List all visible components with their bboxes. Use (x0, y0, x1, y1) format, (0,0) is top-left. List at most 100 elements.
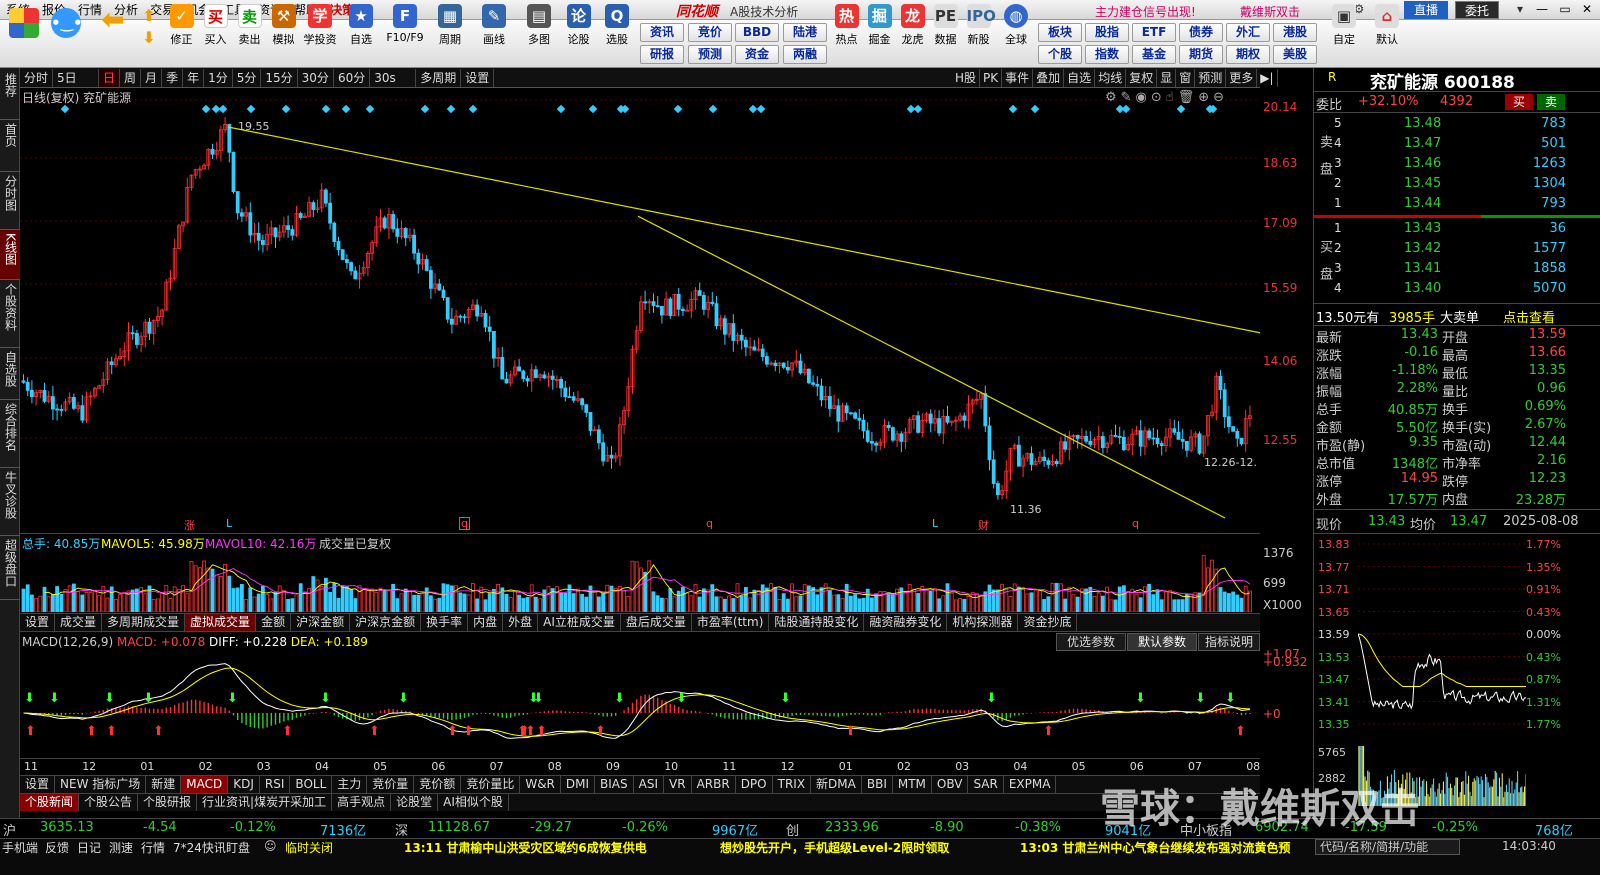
tab-tabs2-14[interactable]: ASI (634, 776, 665, 793)
period-day[interactable]: 日 (99, 68, 121, 87)
index-sh-label[interactable]: 沪 (3, 820, 16, 839)
tool-show[interactable]: 显 (1157, 69, 1177, 87)
tab-tabs3-5[interactable]: 论股堂 (391, 794, 439, 811)
event-marker[interactable]: q (1132, 517, 1139, 530)
btn-forecast[interactable]: 预测 (688, 45, 732, 64)
tab-tabs3-0[interactable]: 个股新闻 (20, 794, 80, 811)
window-menu-icon[interactable]: ▾ (1513, 2, 1527, 16)
tab-tabs1-7[interactable]: 换手率 (421, 614, 469, 631)
tab-tabs2-19[interactable]: 新DMA (811, 776, 862, 793)
btn-index[interactable]: 指数 (1085, 45, 1129, 64)
tool-window[interactable]: 窗 (1176, 69, 1196, 87)
optimal-params-button[interactable]: 优选参数 (1056, 633, 1126, 651)
tab-tabs1-3[interactable]: 虚拟成交量 (185, 614, 257, 631)
tab-tabs2-3[interactable]: MACD (181, 776, 229, 793)
btn-margin[interactable]: 两融 (783, 45, 827, 64)
tool-adjust[interactable]: 复权 (1126, 69, 1158, 87)
tab-tabs2-21[interactable]: MTM (893, 776, 932, 793)
status-mobile[interactable]: 手机端 (2, 839, 38, 856)
volume-chart[interactable] (20, 550, 1260, 612)
scroll-up-button[interactable]: ⬆ ⬇ (138, 2, 160, 47)
index-sz-label[interactable]: 深 (395, 820, 408, 839)
btn-us-stock[interactable]: 美股 (1273, 45, 1317, 64)
tab-tabs3-3[interactable]: 行业资讯|煤炭开采加工 (197, 794, 333, 811)
tab-tabs1-16[interactable]: 资金抄底 (1018, 614, 1078, 631)
tab-tabs2-17[interactable]: DPO (736, 776, 773, 793)
dragon-button[interactable]: 龙龙虎 (896, 2, 929, 46)
menubar-news-link-2[interactable]: 戴维斯双击 (1240, 3, 1300, 20)
bid-price[interactable]: 13.40 (1404, 281, 1441, 296)
period-button[interactable]: ▦ 周期 (431, 2, 469, 46)
event-marker[interactable]: 财 (978, 517, 989, 533)
live-button[interactable]: 直播 (1404, 1, 1448, 19)
draw-line-button[interactable]: ✎ 画线 (475, 2, 513, 46)
status-market[interactable]: 行情 (141, 839, 165, 856)
tab-tabs2-10[interactable]: 竞价量比 (461, 776, 521, 793)
nav-home[interactable]: 首页 (0, 120, 20, 172)
tab-tabs2-8[interactable]: 竞价量 (367, 776, 415, 793)
ask-price[interactable]: 13.47 (1404, 136, 1441, 151)
nav-diagnosis[interactable]: 牛叉诊股 (0, 468, 20, 536)
period-quarter[interactable]: 季 (162, 68, 184, 87)
event-marker[interactable]: q (706, 517, 713, 530)
period-5day[interactable]: 5日 (53, 68, 100, 87)
arrow-right-icon[interactable]: ▶| (1257, 69, 1278, 87)
tab-tabs2-6[interactable]: BOLL (290, 776, 333, 793)
tab-tabs3-6[interactable]: AI相似个股 (438, 794, 509, 811)
tab-tabs2-2[interactable]: 新建 (146, 776, 182, 793)
ask-price[interactable]: 13.46 (1404, 156, 1441, 171)
discuss-button[interactable]: 论论股 (562, 2, 595, 46)
nav-ranking[interactable]: 综合排名 (0, 400, 20, 468)
tool-events[interactable]: 事件 (1002, 69, 1034, 87)
default-button[interactable]: ⌂ 默认 (1368, 2, 1406, 46)
tab-tabs1-1[interactable]: 成交量 (55, 614, 103, 631)
scroll-news-1[interactable]: 13:11 甘肃榆中山洪受灾区域约6成恢复供电 (404, 839, 647, 856)
btn-etf[interactable]: ETF (1132, 23, 1176, 42)
indicator-help-button[interactable]: 指标说明 (1198, 633, 1260, 651)
tab-tabs1-4[interactable]: 金额 (256, 614, 292, 631)
hot-button[interactable]: 热热点 (830, 2, 863, 46)
status-close-temp[interactable]: 临时关闭 (285, 839, 333, 856)
tab-tabs2-4[interactable]: KDJ (228, 776, 260, 793)
period-year[interactable]: 年 (183, 68, 205, 87)
period-5min[interactable]: 5分 (233, 68, 262, 87)
nav-timeshare[interactable]: 分时图 (0, 172, 20, 230)
ipo-button[interactable]: IPO 新股 (962, 2, 996, 46)
watchlist-button[interactable]: ★ 自选 (343, 2, 379, 46)
btn-options[interactable]: 期权 (1226, 45, 1270, 64)
period-15min[interactable]: 15分 (261, 68, 298, 87)
trade-button[interactable]: 委托 (1455, 1, 1499, 19)
correct-button[interactable]: ✓ 修正 (165, 2, 198, 46)
btn-bbd[interactable]: BBD (735, 23, 779, 42)
minimize-icon[interactable]: — (1535, 2, 1549, 16)
tab-tabs2-13[interactable]: BIAS (595, 776, 634, 793)
ask-price[interactable]: 13.45 (1404, 176, 1441, 191)
tab-tabs1-15[interactable]: 机构探测器 (947, 614, 1019, 631)
nav-super-panel[interactable]: 超级盘口 (0, 536, 20, 600)
macd-chart[interactable]: ⬇ ⬇ ⬇ ⬇ ⬇ ⬇ ⬇ ⬇⬇ ⬇ ⬇ ⬇ ⬇ ⬇ ⬇ ⬇⬆ ⬆ ⬆ ⬆ ⬆ ⬆ ⬆ ⬆ ⬆⬆⬆ ⬆ ⬆ ⬆ ⬆ ⬆ (20, 650, 1260, 758)
kline-chart[interactable] (20, 88, 1260, 533)
tool-predict[interactable]: 预测 (1195, 69, 1227, 87)
btn-hk-connect[interactable]: 陆港 (783, 23, 827, 42)
btn-auction[interactable]: 竞价 (688, 23, 732, 42)
tab-tabs2-12[interactable]: DMI (561, 776, 596, 793)
dig-button[interactable]: 掘掘金 (863, 2, 896, 46)
tab-tabs2-0[interactable]: 设置 (20, 776, 56, 793)
event-marker[interactable]: 涨 (184, 517, 195, 533)
btn-stock[interactable]: 个股 (1038, 45, 1082, 64)
nav-watchlist[interactable]: 自选股 (0, 348, 20, 400)
scroll-news-3[interactable]: 13:03 甘肃兰州中心气象台继续发布强对流黄色预 (1020, 839, 1290, 856)
tab-tabs3-2[interactable]: 个股研报 (138, 794, 198, 811)
event-marker[interactable]: L (226, 517, 232, 530)
tab-tabs2-22[interactable]: OBV (932, 776, 969, 793)
sell-order-button[interactable]: 卖 (1537, 94, 1565, 110)
nav-recommend[interactable]: 推荐 (0, 70, 20, 120)
tab-tabs1-9[interactable]: 外盘 (503, 614, 539, 631)
custom-button[interactable]: ▣ 自定 (1325, 2, 1363, 46)
event-marker[interactable]: L (932, 517, 938, 530)
status-speedtest[interactable]: 测速 (109, 839, 133, 856)
btn-index-futures[interactable]: 股指 (1085, 23, 1129, 42)
period-30s[interactable]: 30s (370, 68, 417, 87)
status-feedback[interactable]: 反馈 (45, 839, 69, 856)
event-marker[interactable]: q (459, 517, 470, 530)
